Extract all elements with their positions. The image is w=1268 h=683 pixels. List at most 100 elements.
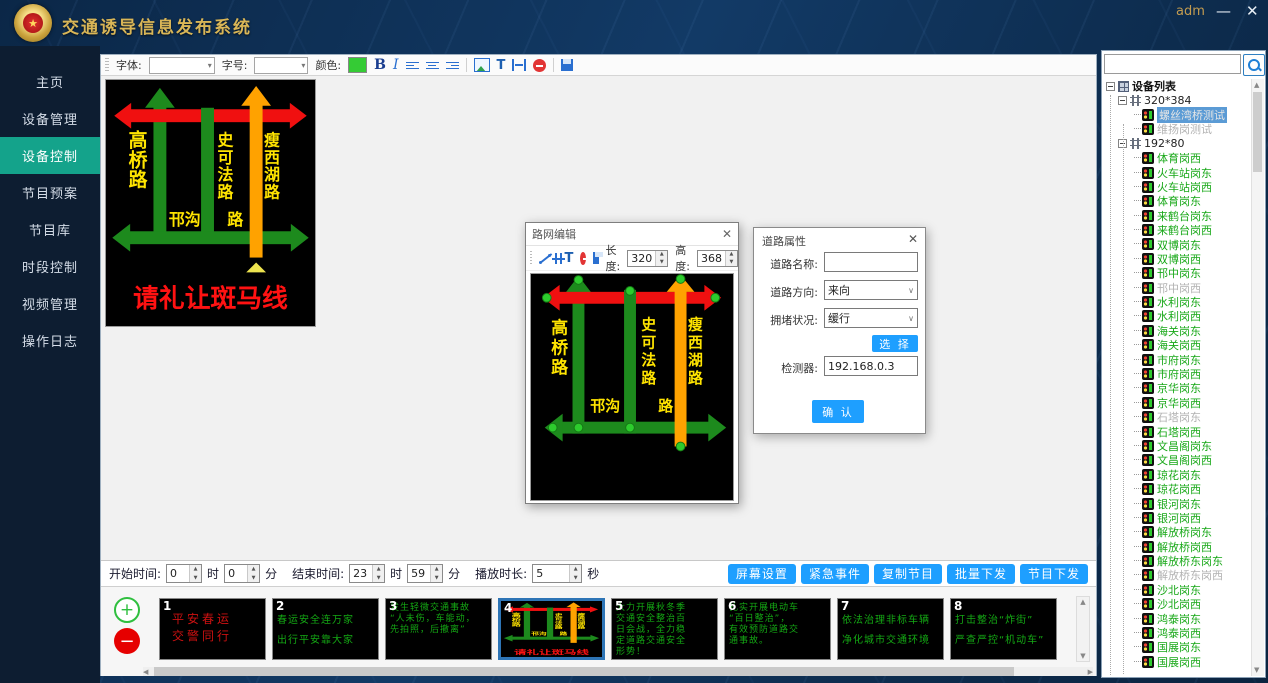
tree-scrollbar[interactable]: ▲ ▼ (1251, 79, 1264, 676)
edit-handle[interactable] (626, 423, 635, 432)
editor-titlebar[interactable]: 路网编辑 ✕ (526, 223, 738, 246)
end-hour-stepper[interactable]: 23 ▲▼ (349, 564, 385, 583)
tree-group-1[interactable]: 192*80 (1104, 137, 1253, 151)
save-icon[interactable] (593, 252, 598, 264)
tree-root[interactable]: 设备列表 (1104, 79, 1253, 93)
nav-item-3[interactable]: 节目预案 (0, 174, 100, 211)
strip-vertical-scrollbar[interactable]: ▲ ▼ (1076, 596, 1090, 662)
draw-line-icon[interactable] (539, 252, 545, 265)
device-item[interactable]: 沙北岗东 (1104, 583, 1253, 597)
nav-item-5[interactable]: 时段控制 (0, 248, 100, 285)
scroll-up-icon[interactable]: ▲ (1254, 81, 1259, 89)
start-minute-stepper[interactable]: 0 ▲▼ (224, 564, 260, 583)
device-label[interactable]: 维扬岗测试 (1157, 121, 1212, 137)
insert-image-icon[interactable] (474, 58, 490, 72)
emergency-event-button[interactable]: 紧急事件 (801, 564, 869, 584)
search-button[interactable] (1243, 54, 1265, 76)
select-detector-button[interactable]: 选 择 (872, 335, 918, 352)
collapse-icon[interactable] (1106, 82, 1115, 91)
device-item[interactable]: 鸿泰岗西 (1104, 626, 1253, 640)
screen-settings-button[interactable]: 屏幕设置 (728, 564, 796, 584)
device-item[interactable]: 解放桥岗西 (1104, 540, 1253, 554)
step-down-icon[interactable]: ▼ (726, 258, 737, 266)
congestion-select[interactable]: 缓行 ∨ (824, 308, 918, 328)
program-thumbnail-4[interactable]: 4高桥路史可法路瘦西湖路邗沟路请礼让斑马线 (498, 598, 605, 660)
bold-icon[interactable]: B (374, 57, 386, 73)
edit-handle[interactable] (574, 276, 583, 285)
delete-icon[interactable] (580, 252, 586, 265)
duration-stepper[interactable]: 5 ▲▼ (532, 564, 582, 583)
device-item[interactable]: 琼花岗西 (1104, 482, 1253, 496)
device-item[interactable]: 双博岗东 (1104, 237, 1253, 251)
device-item[interactable]: 京华岗西 (1104, 396, 1253, 410)
detector-input[interactable]: 192.168.0.3 (824, 356, 918, 376)
edit-handle[interactable] (676, 275, 685, 284)
device-item[interactable]: 体育岗西 (1104, 151, 1253, 165)
minimize-button[interactable]: — (1216, 2, 1231, 20)
device-item[interactable]: 火车站岗东 (1104, 165, 1253, 179)
program-thumbnail-6[interactable]: 6扎实开展电动车“百日整治”，有效预防道路交通事故。 (724, 598, 831, 660)
font-select[interactable]: ▾ (149, 57, 215, 74)
roadnet-canvas[interactable]: 高桥路史可法路瘦西湖路邗沟路 (530, 273, 734, 501)
device-item[interactable]: 维扬岗测试 (1104, 122, 1253, 136)
align-left-icon[interactable] (406, 60, 419, 71)
height-stepper[interactable]: 368 ▲▼ (697, 250, 738, 267)
device-item[interactable]: 鸿泰岗东 (1104, 611, 1253, 625)
scroll-down-icon[interactable]: ▼ (1080, 651, 1085, 661)
device-item[interactable]: 海关岗西 (1104, 338, 1253, 352)
text-tool-icon[interactable]: T (497, 59, 506, 72)
device-item[interactable]: 邗中岗东 (1104, 266, 1253, 280)
nav-item-4[interactable]: 节目库 (0, 211, 100, 248)
device-item[interactable]: 国展岗东 (1104, 640, 1253, 654)
road-properties-dialog[interactable]: 道路属性 ✕ 道路名称: 道路方向: 来向 ∨ 拥堵状况: 缓行 ∨ 选 择 检… (753, 227, 926, 434)
text-tool-icon[interactable]: T (564, 252, 573, 265)
device-item[interactable]: 来鹤台岗西 (1104, 223, 1253, 237)
color-swatch[interactable] (348, 57, 367, 73)
program-thumbnail-7[interactable]: 7依法治理非标车辆净化城市交通环境 (837, 598, 944, 660)
device-item[interactable]: 邗中岗西 (1104, 280, 1253, 294)
italic-icon[interactable]: I (393, 57, 399, 73)
end-minute-stepper[interactable]: 59 ▲▼ (407, 564, 443, 583)
device-item[interactable]: 市府岗东 (1104, 352, 1253, 366)
program-thumbnail-5[interactable]: 5大力开展秋冬季交通安全整治百日会战，全力稳定道路交通安全形势！ (611, 598, 718, 660)
road-tool-icon[interactable] (552, 252, 558, 265)
step-down-icon[interactable]: ▼ (656, 258, 667, 266)
roadnet-editor-window[interactable]: 路网编辑 ✕ T 长度: 320 ▲▼ 高度: (525, 222, 739, 504)
device-item[interactable]: 螺丝湾桥测试 (1104, 108, 1253, 122)
save-icon[interactable] (561, 59, 573, 71)
device-item[interactable]: 海关岗东 (1104, 324, 1253, 338)
nav-item-1[interactable]: 设备管理 (0, 100, 100, 137)
device-item[interactable]: 银河岗西 (1104, 511, 1253, 525)
remove-program-button[interactable]: − (114, 628, 140, 654)
batch-dispatch-button[interactable]: 批量下发 (947, 564, 1015, 584)
delete-icon[interactable] (533, 59, 546, 72)
edit-handle[interactable] (626, 286, 635, 295)
program-dispatch-button[interactable]: 节目下发 (1020, 564, 1088, 584)
device-item[interactable]: 银河岗东 (1104, 496, 1253, 510)
device-item[interactable]: 国展岗西 (1104, 655, 1253, 669)
device-item[interactable]: 文昌阁岗东 (1104, 439, 1253, 453)
confirm-button[interactable]: 确 认 (812, 400, 864, 423)
start-hour-stepper[interactable]: 0 ▲▼ (166, 564, 202, 583)
device-item[interactable]: 石塔岗西 (1104, 424, 1253, 438)
device-item[interactable]: 市府岗西 (1104, 367, 1253, 381)
copy-program-button[interactable]: 复制节目 (874, 564, 942, 584)
add-program-button[interactable]: + (114, 597, 140, 623)
device-item[interactable]: 文昌阁岗西 (1104, 453, 1253, 467)
length-value[interactable]: 320 (628, 251, 655, 266)
strip-horizontal-scrollbar[interactable]: ◀ ▶ (143, 667, 1093, 676)
collapse-icon[interactable] (1118, 96, 1127, 105)
align-center-icon[interactable] (426, 60, 439, 71)
edit-handle[interactable] (574, 423, 583, 432)
font-size-select[interactable]: ▾ (254, 57, 308, 74)
scrollbar-thumb[interactable] (1253, 92, 1262, 172)
height-value[interactable]: 368 (698, 251, 725, 266)
editor-close-icon[interactable]: ✕ (722, 227, 732, 241)
nav-item-7[interactable]: 操作日志 (0, 322, 100, 359)
program-thumbnail-1[interactable]: 1平安春运交警同行 (159, 598, 266, 660)
tree-group-0[interactable]: 320*384 (1104, 93, 1253, 107)
edit-handle[interactable] (548, 423, 557, 432)
scroll-down-icon[interactable]: ▼ (1254, 666, 1259, 674)
nav-item-2[interactable]: 设备控制 (0, 137, 100, 174)
program-thumbnail-8[interactable]: 8打击整治“炸街”严查严控“机动车” (950, 598, 1057, 660)
